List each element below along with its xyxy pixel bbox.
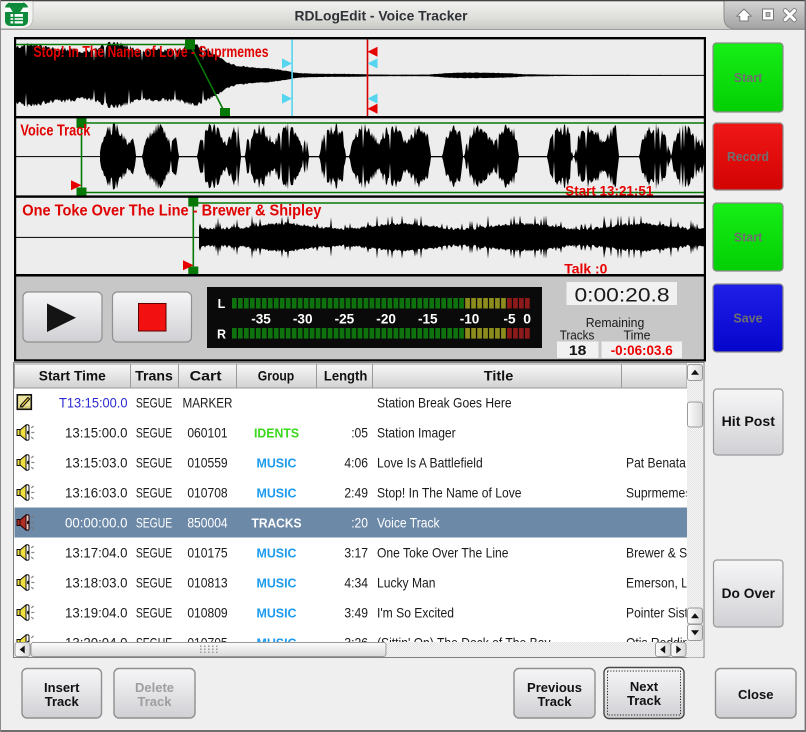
- svg-text:L: L: [218, 297, 226, 311]
- svg-text:I'm So Excited: I'm So Excited: [377, 605, 454, 621]
- svg-text:0: 0: [523, 311, 531, 327]
- svg-text:010809: 010809: [187, 605, 227, 621]
- svg-text:Next: Next: [630, 679, 659, 694]
- svg-text:R: R: [217, 328, 226, 342]
- svg-text:One Toke Over The Line - Brewe: One Toke Over The Line - Brewer & Shiple…: [22, 203, 321, 220]
- svg-text:4:34: 4:34: [344, 575, 368, 591]
- svg-text:SEGUE: SEGUE: [136, 485, 172, 501]
- svg-text:Previous: Previous: [527, 680, 582, 695]
- svg-text:Start Time: Start Time: [39, 369, 106, 384]
- svg-text:010708: 010708: [187, 485, 227, 501]
- svg-text:13:17:04.0: 13:17:04.0: [65, 545, 128, 561]
- svg-text:-5: -5: [503, 311, 515, 327]
- svg-text:Pat Benatar: Pat Benatar: [626, 455, 690, 471]
- svg-text:00:00:00.0: 00:00:00.0: [65, 515, 128, 531]
- svg-text:0:00:20.8: 0:00:20.8: [575, 285, 670, 307]
- svg-text:Cart: Cart: [190, 369, 223, 384]
- svg-text:SEGUE: SEGUE: [136, 425, 172, 441]
- svg-text:010559: 010559: [187, 455, 227, 471]
- svg-text:13:16:03.0: 13:16:03.0: [65, 485, 128, 501]
- svg-text::20: :20: [351, 515, 368, 531]
- svg-text:SEGUE: SEGUE: [136, 515, 172, 531]
- svg-text:Love Is A Battlefield: Love Is A Battlefield: [377, 455, 483, 471]
- svg-text:Track: Track: [538, 694, 573, 709]
- svg-text:IDENTS: IDENTS: [254, 426, 299, 441]
- svg-text:Save: Save: [733, 312, 762, 326]
- svg-text:Track: Track: [45, 694, 80, 709]
- svg-text:Trans: Trans: [135, 369, 173, 384]
- svg-text:Time: Time: [624, 329, 651, 343]
- svg-text:4:06: 4:06: [344, 455, 368, 471]
- svg-text:-15: -15: [418, 311, 438, 327]
- svg-text:18: 18: [569, 342, 587, 358]
- svg-text:13:15:03.0: 13:15:03.0: [65, 455, 128, 471]
- svg-text:Voice Track: Voice Track: [377, 515, 440, 531]
- svg-text:Start: Start: [734, 71, 763, 85]
- svg-text:-20: -20: [376, 311, 396, 327]
- svg-text:Start: Start: [734, 231, 763, 245]
- svg-text:SEGUE: SEGUE: [136, 455, 172, 471]
- svg-text:Do Over: Do Over: [722, 586, 776, 601]
- svg-text::05: :05: [351, 425, 368, 441]
- svg-text:2:49: 2:49: [344, 485, 368, 501]
- svg-text:Tracks: Tracks: [560, 329, 595, 343]
- svg-text:Close: Close: [738, 687, 773, 702]
- svg-text:Stop! In The Name of Love - Su: Stop! In The Name of Love - Suprmemes: [34, 44, 269, 61]
- svg-text:Suprmemes: Suprmemes: [626, 485, 691, 501]
- svg-text:SEGUE: SEGUE: [136, 575, 172, 591]
- svg-text:MARKER: MARKER: [183, 395, 233, 411]
- svg-text:-10: -10: [460, 311, 480, 327]
- svg-text:SEGUE: SEGUE: [136, 395, 172, 411]
- svg-text:Track: Track: [138, 694, 173, 709]
- svg-text:Group: Group: [258, 369, 295, 384]
- svg-text:Voice Track: Voice Track: [20, 123, 90, 140]
- svg-text:13:19:04.0: 13:19:04.0: [65, 605, 128, 621]
- svg-text:TRACKS: TRACKS: [252, 516, 302, 531]
- svg-text:MUSIC: MUSIC: [257, 486, 298, 501]
- svg-text:Length: Length: [324, 369, 368, 384]
- svg-text:13:18:03.0: 13:18:03.0: [65, 575, 128, 591]
- svg-text:-35: -35: [251, 311, 271, 327]
- svg-text:MUSIC: MUSIC: [257, 546, 298, 561]
- svg-text:MUSIC: MUSIC: [257, 576, 298, 591]
- svg-text:Lucky Man: Lucky Man: [377, 575, 436, 591]
- svg-text:RDLogEdit - Voice Tracker: RDLogEdit - Voice Tracker: [295, 8, 469, 24]
- svg-text:-30: -30: [293, 311, 313, 327]
- svg-text:One Toke Over The Line: One Toke Over The Line: [377, 545, 509, 561]
- svg-text:850004: 850004: [187, 515, 227, 531]
- svg-text:Track: Track: [627, 693, 662, 708]
- svg-text:Delete: Delete: [135, 680, 174, 695]
- svg-text:-25: -25: [335, 311, 355, 327]
- svg-text:Record: Record: [727, 150, 769, 164]
- svg-text:010175: 010175: [187, 545, 227, 561]
- svg-text:Hit Post: Hit Post: [722, 414, 776, 429]
- svg-text:Stop! In The Name of Love: Stop! In The Name of Love: [377, 485, 522, 501]
- svg-text:3:49: 3:49: [344, 605, 368, 621]
- svg-text:Station Break Goes Here: Station Break Goes Here: [377, 395, 512, 411]
- svg-text:3:17: 3:17: [344, 545, 368, 561]
- svg-text:010813: 010813: [187, 575, 227, 591]
- svg-text:T13:15:00.0: T13:15:00.0: [59, 395, 128, 411]
- svg-text:-0:06:03.6: -0:06:03.6: [611, 342, 673, 358]
- svg-text:SEGUE: SEGUE: [136, 605, 172, 621]
- svg-text:Station Imager: Station Imager: [377, 425, 456, 441]
- svg-text:SEGUE: SEGUE: [136, 545, 172, 561]
- svg-text:Insert: Insert: [44, 680, 80, 695]
- svg-text:060101: 060101: [187, 425, 227, 441]
- svg-text:13:15:00.0: 13:15:00.0: [65, 425, 128, 441]
- svg-text:MUSIC: MUSIC: [257, 606, 298, 621]
- svg-text:Title: Title: [484, 369, 514, 384]
- svg-text:MUSIC: MUSIC: [257, 456, 298, 471]
